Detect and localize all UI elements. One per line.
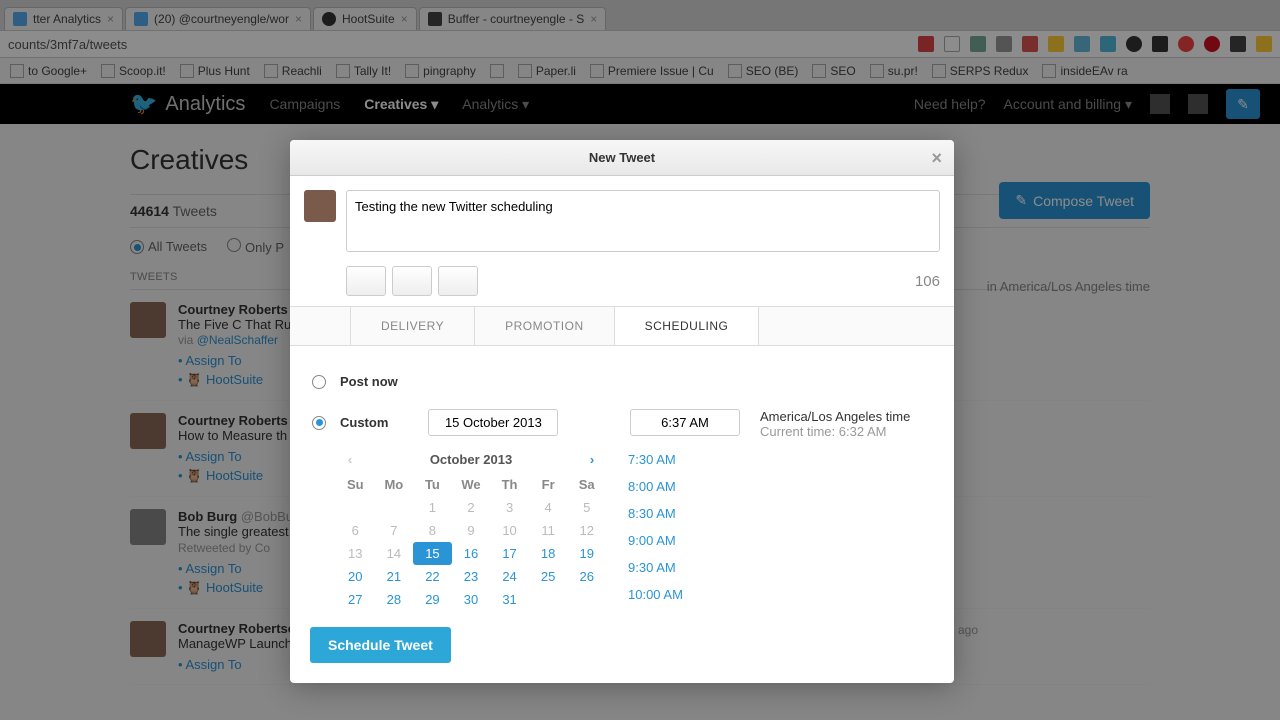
calendar-day[interactable]: 1 bbox=[413, 496, 452, 519]
radio-icon bbox=[312, 416, 326, 430]
timezone-label: America/Los Angeles time Current time: 6… bbox=[760, 409, 934, 439]
calendar-day[interactable]: 16 bbox=[452, 542, 491, 565]
date-input[interactable] bbox=[428, 409, 558, 436]
new-tweet-modal: New Tweet × 106 DELIVERY PROMOTION SCHED… bbox=[290, 140, 954, 683]
calendar-day[interactable]: 15 bbox=[413, 542, 452, 565]
calendar-day[interactable]: 11 bbox=[529, 519, 568, 542]
calendar-day[interactable]: 21 bbox=[375, 565, 414, 588]
calendar-dow: We bbox=[452, 473, 491, 496]
calendar-day[interactable]: 5 bbox=[567, 496, 606, 519]
radio-icon bbox=[312, 375, 326, 389]
calendar-day[interactable]: 19 bbox=[567, 542, 606, 565]
calendar: ‹ October 2013 › SuMoTuWeThFrSa123456789… bbox=[336, 446, 606, 611]
calendar-day[interactable]: 3 bbox=[490, 496, 529, 519]
calendar-day[interactable]: 22 bbox=[413, 565, 452, 588]
time-suggestion[interactable]: 10:00 AM bbox=[628, 583, 742, 606]
calendar-day[interactable]: 29 bbox=[413, 588, 452, 611]
calendar-day[interactable]: 8 bbox=[413, 519, 452, 542]
calendar-day[interactable]: 13 bbox=[336, 542, 375, 565]
time-suggestion[interactable]: 8:30 AM bbox=[628, 502, 742, 525]
time-suggestion[interactable]: 7:30 AM bbox=[628, 448, 742, 471]
tab-scheduling[interactable]: SCHEDULING bbox=[615, 307, 760, 345]
calendar-dow: Fr bbox=[529, 473, 568, 496]
modal-title: New Tweet bbox=[589, 150, 655, 165]
tab-delivery[interactable]: DELIVERY bbox=[350, 307, 475, 345]
modal-header: New Tweet × bbox=[290, 140, 954, 176]
calendar-day[interactable]: 25 bbox=[529, 565, 568, 588]
prev-month-icon[interactable]: ‹ bbox=[340, 452, 360, 467]
tweet-textarea[interactable] bbox=[346, 190, 940, 252]
custom-option[interactable]: Custom bbox=[310, 399, 610, 446]
schedule-tweet-button[interactable]: Schedule Tweet bbox=[310, 627, 451, 663]
attach-button[interactable] bbox=[346, 266, 386, 296]
calendar-dow: Sa bbox=[567, 473, 606, 496]
calendar-day[interactable]: 31 bbox=[490, 588, 529, 611]
time-suggestion[interactable]: 8:00 AM bbox=[628, 475, 742, 498]
time-suggestion[interactable]: 9:30 AM bbox=[628, 556, 742, 579]
post-now-option[interactable]: Post now bbox=[310, 364, 934, 399]
calendar-day[interactable]: 6 bbox=[336, 519, 375, 542]
calendar-day[interactable]: 2 bbox=[452, 496, 491, 519]
calendar-day[interactable]: 27 bbox=[336, 588, 375, 611]
time-input[interactable] bbox=[630, 409, 740, 436]
calendar-day[interactable]: 23 bbox=[452, 565, 491, 588]
calendar-day[interactable]: 24 bbox=[490, 565, 529, 588]
next-month-icon[interactable]: › bbox=[582, 452, 602, 467]
time-suggestions: 7:30 AM 8:00 AM 8:30 AM 9:00 AM 9:30 AM 10:00… bbox=[628, 446, 742, 606]
attach-button[interactable] bbox=[392, 266, 432, 296]
calendar-day[interactable]: 10 bbox=[490, 519, 529, 542]
calendar-day[interactable]: 12 bbox=[567, 519, 606, 542]
calendar-day[interactable]: 4 bbox=[529, 496, 568, 519]
calendar-dow: Mo bbox=[375, 473, 414, 496]
close-icon[interactable]: × bbox=[931, 148, 942, 169]
attach-button[interactable] bbox=[438, 266, 478, 296]
calendar-day[interactable]: 28 bbox=[375, 588, 414, 611]
avatar bbox=[304, 190, 336, 222]
calendar-day[interactable]: 17 bbox=[490, 542, 529, 565]
calendar-dow: Su bbox=[336, 473, 375, 496]
calendar-day[interactable]: 9 bbox=[452, 519, 491, 542]
char-count: 106 bbox=[915, 273, 940, 290]
calendar-day[interactable]: 14 bbox=[375, 542, 414, 565]
tab-promotion[interactable]: PROMOTION bbox=[475, 307, 615, 345]
calendar-month: October 2013 bbox=[430, 452, 512, 467]
modal-tabs: DELIVERY PROMOTION SCHEDULING bbox=[290, 306, 954, 346]
calendar-day[interactable]: 7 bbox=[375, 519, 414, 542]
calendar-dow: Th bbox=[490, 473, 529, 496]
calendar-day[interactable]: 18 bbox=[529, 542, 568, 565]
calendar-day[interactable]: 30 bbox=[452, 588, 491, 611]
calendar-day[interactable]: 20 bbox=[336, 565, 375, 588]
calendar-dow: Tu bbox=[413, 473, 452, 496]
time-suggestion[interactable]: 9:00 AM bbox=[628, 529, 742, 552]
calendar-day[interactable]: 26 bbox=[567, 565, 606, 588]
